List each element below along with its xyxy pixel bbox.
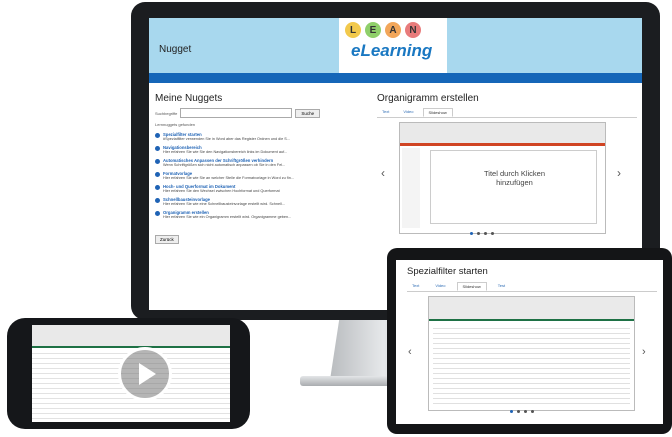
chevron-left-icon[interactable]: ‹ — [408, 346, 412, 358]
item-desc: #Spezialfilter verwenden Sie in Word abe… — [163, 137, 290, 141]
nav-bar — [149, 73, 642, 83]
content-panel: Organigramm erstellen Text Video Slidesh… — [377, 93, 637, 235]
slide-canvas: Titel durch Klicken hinzufügen — [430, 150, 597, 224]
indicator-dot[interactable] — [524, 410, 527, 413]
list-header: Lernnuggets gefunden — [155, 122, 196, 127]
phone-screen — [32, 325, 230, 422]
slide-indicators — [470, 232, 494, 235]
bullet-icon — [155, 172, 160, 177]
logo-letter-e: E — [365, 22, 381, 38]
nugget-panel: Meine Nuggets Suchbegriffe Suche Lernnug… — [155, 93, 370, 246]
tab-text[interactable]: Text — [377, 108, 394, 117]
item-desc: Hier erfahren Sie den Wechsel zwischen H… — [163, 189, 280, 193]
spreadsheet-grid — [433, 324, 630, 404]
nugget-label: Nugget — [159, 44, 192, 55]
content-heading: Organigramm erstellen — [377, 93, 479, 104]
bullet-icon — [155, 185, 160, 190]
tablet-screen: Spezialfilter starten Text Video Slidesh… — [396, 260, 663, 424]
panel-heading: Meine Nuggets — [155, 93, 223, 104]
indicator-dot[interactable] — [484, 232, 487, 235]
tab-text[interactable]: Text — [407, 282, 424, 291]
tab-video[interactable]: Video — [398, 108, 418, 117]
search-button[interactable]: Suche — [295, 108, 321, 118]
excel-screenshot — [428, 296, 635, 411]
logo-letter-a: A — [385, 22, 401, 38]
indicator-dot[interactable] — [517, 410, 520, 413]
phone — [7, 318, 250, 429]
indicator-dot[interactable] — [491, 232, 494, 235]
indicator-dot[interactable] — [510, 410, 513, 413]
nugget-list: Spezialfilter starten #Spezialfilter verw… — [155, 132, 370, 220]
list-item[interactable]: Automatisches Anpassen der Schriftgrößen… — [155, 158, 370, 168]
logo-word: eLearning — [351, 41, 433, 60]
ribbon — [400, 123, 605, 146]
indicator-dot[interactable] — [531, 410, 534, 413]
back-button[interactable]: Zurück — [155, 235, 179, 244]
item-desc: Hier erfahren Sie wie ein Organigramm er… — [163, 215, 292, 219]
list-item[interactable]: Spezialfilter starten #Spezialfilter verw… — [155, 132, 370, 142]
logo-letter-n: N — [405, 22, 421, 38]
bullet-icon — [155, 146, 160, 151]
logo-letter-l: L — [345, 22, 361, 38]
header-banner: Nugget L E A N eLearning — [149, 18, 642, 73]
play-icon[interactable] — [118, 347, 172, 401]
tablet: Spezialfilter starten Text Video Slidesh… — [387, 248, 672, 434]
bullet-icon — [155, 198, 160, 203]
powerpoint-screenshot: Titel durch Klicken hinzufügen — [399, 122, 606, 234]
tab-video[interactable]: Video — [430, 282, 450, 291]
lean-logo: L E A N eLearning — [339, 18, 447, 73]
slideshow: ‹ Titel durch Klicken hinzufügen › — [377, 120, 637, 234]
search-label: Suchbegriffe — [155, 110, 178, 116]
chevron-right-icon[interactable]: › — [642, 346, 646, 358]
tablet-tabs: Text Video Slideshow Test — [407, 282, 657, 292]
indicator-dot[interactable] — [477, 232, 480, 235]
item-desc: Hier erfahren Sie wie Sie den Navigation… — [163, 150, 288, 154]
tab-slideshow[interactable]: Slideshow — [456, 282, 487, 291]
tab-slideshow[interactable]: Slideshow — [422, 108, 453, 117]
search-input[interactable] — [180, 108, 293, 118]
list-item[interactable]: Navigationsbereich Hier erfahren Sie wie … — [155, 145, 370, 155]
slide-indicators — [510, 410, 534, 413]
chevron-right-icon[interactable]: › — [617, 166, 621, 180]
content-tabs: Text Video Slideshow — [377, 108, 637, 118]
list-item[interactable]: Formatvorlage Hier erfahren Sie wie Sie a… — [155, 171, 370, 181]
ribbon — [429, 297, 634, 321]
ribbon — [32, 325, 230, 348]
tablet-heading: Spezialfilter starten — [407, 266, 488, 277]
indicator-dot[interactable] — [470, 232, 473, 235]
item-desc: Hier erfahren Sie wie Sie an welcher Ste… — [163, 176, 294, 180]
slide-thumbnails — [402, 148, 420, 228]
item-desc: Hier erfahren Sie wie eine Schnellbauste… — [163, 202, 285, 206]
tab-test[interactable]: Test — [493, 282, 510, 291]
list-item[interactable]: Organigramm erstellen Hier erfahren Sie w… — [155, 210, 370, 220]
chevron-left-icon[interactable]: ‹ — [381, 166, 385, 180]
bullet-icon — [155, 133, 160, 138]
bullet-icon — [155, 211, 160, 216]
search-row: Suchbegriffe Suche — [155, 108, 370, 118]
list-item[interactable]: Hoch- und Querformat im Dokument Hier erf… — [155, 184, 370, 194]
slide-title: Titel durch Klicken hinzufügen — [484, 169, 545, 187]
item-desc: Wenn Schriftgrößen sich nicht automatisc… — [163, 163, 286, 167]
list-item[interactable]: Schnellbausteinvorlage Hier erfahren Sie … — [155, 197, 370, 207]
bullet-icon — [155, 159, 160, 164]
